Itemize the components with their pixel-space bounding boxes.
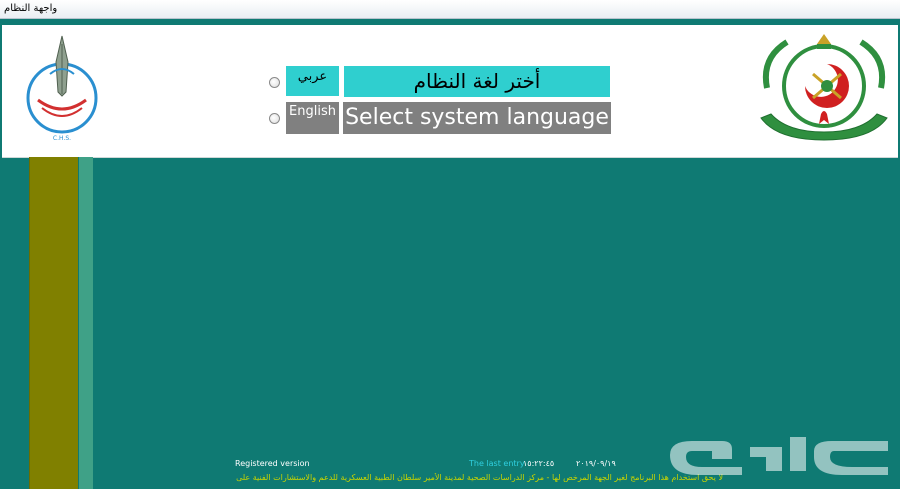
english-language-banner: Select system language [343, 102, 611, 134]
arabic-radio[interactable] [269, 77, 280, 88]
arabic-language-banner: أختر لغة النظام [344, 66, 610, 97]
license-ticker: لا يحق استخدام هذا البرنامج لغير الجهة ا… [233, 473, 723, 482]
arabic-button[interactable]: عربي [286, 66, 339, 96]
health-studies-center-logo-icon: C.H.S. [26, 35, 98, 142]
registered-version-label: Registered version [235, 459, 310, 468]
window-titlebar: واجهة النظام [0, 0, 900, 19]
english-button[interactable]: English [286, 102, 339, 134]
last-entry-label: The last entry [469, 459, 525, 468]
green-sidebar-column [79, 157, 93, 489]
last-entry-time: ١٥:٢٢:٤٥ [523, 459, 555, 468]
svg-text:C.H.S.: C.H.S. [53, 135, 71, 142]
window-title: واجهة النظام [4, 3, 58, 14]
english-radio[interactable] [269, 113, 280, 124]
last-entry-date: ٢٠١٩/٠٩/١٩ [576, 459, 616, 468]
olive-sidebar-column [29, 157, 78, 489]
haraj-watermark-icon [670, 437, 888, 475]
military-medical-services-emblem-icon [760, 34, 888, 141]
